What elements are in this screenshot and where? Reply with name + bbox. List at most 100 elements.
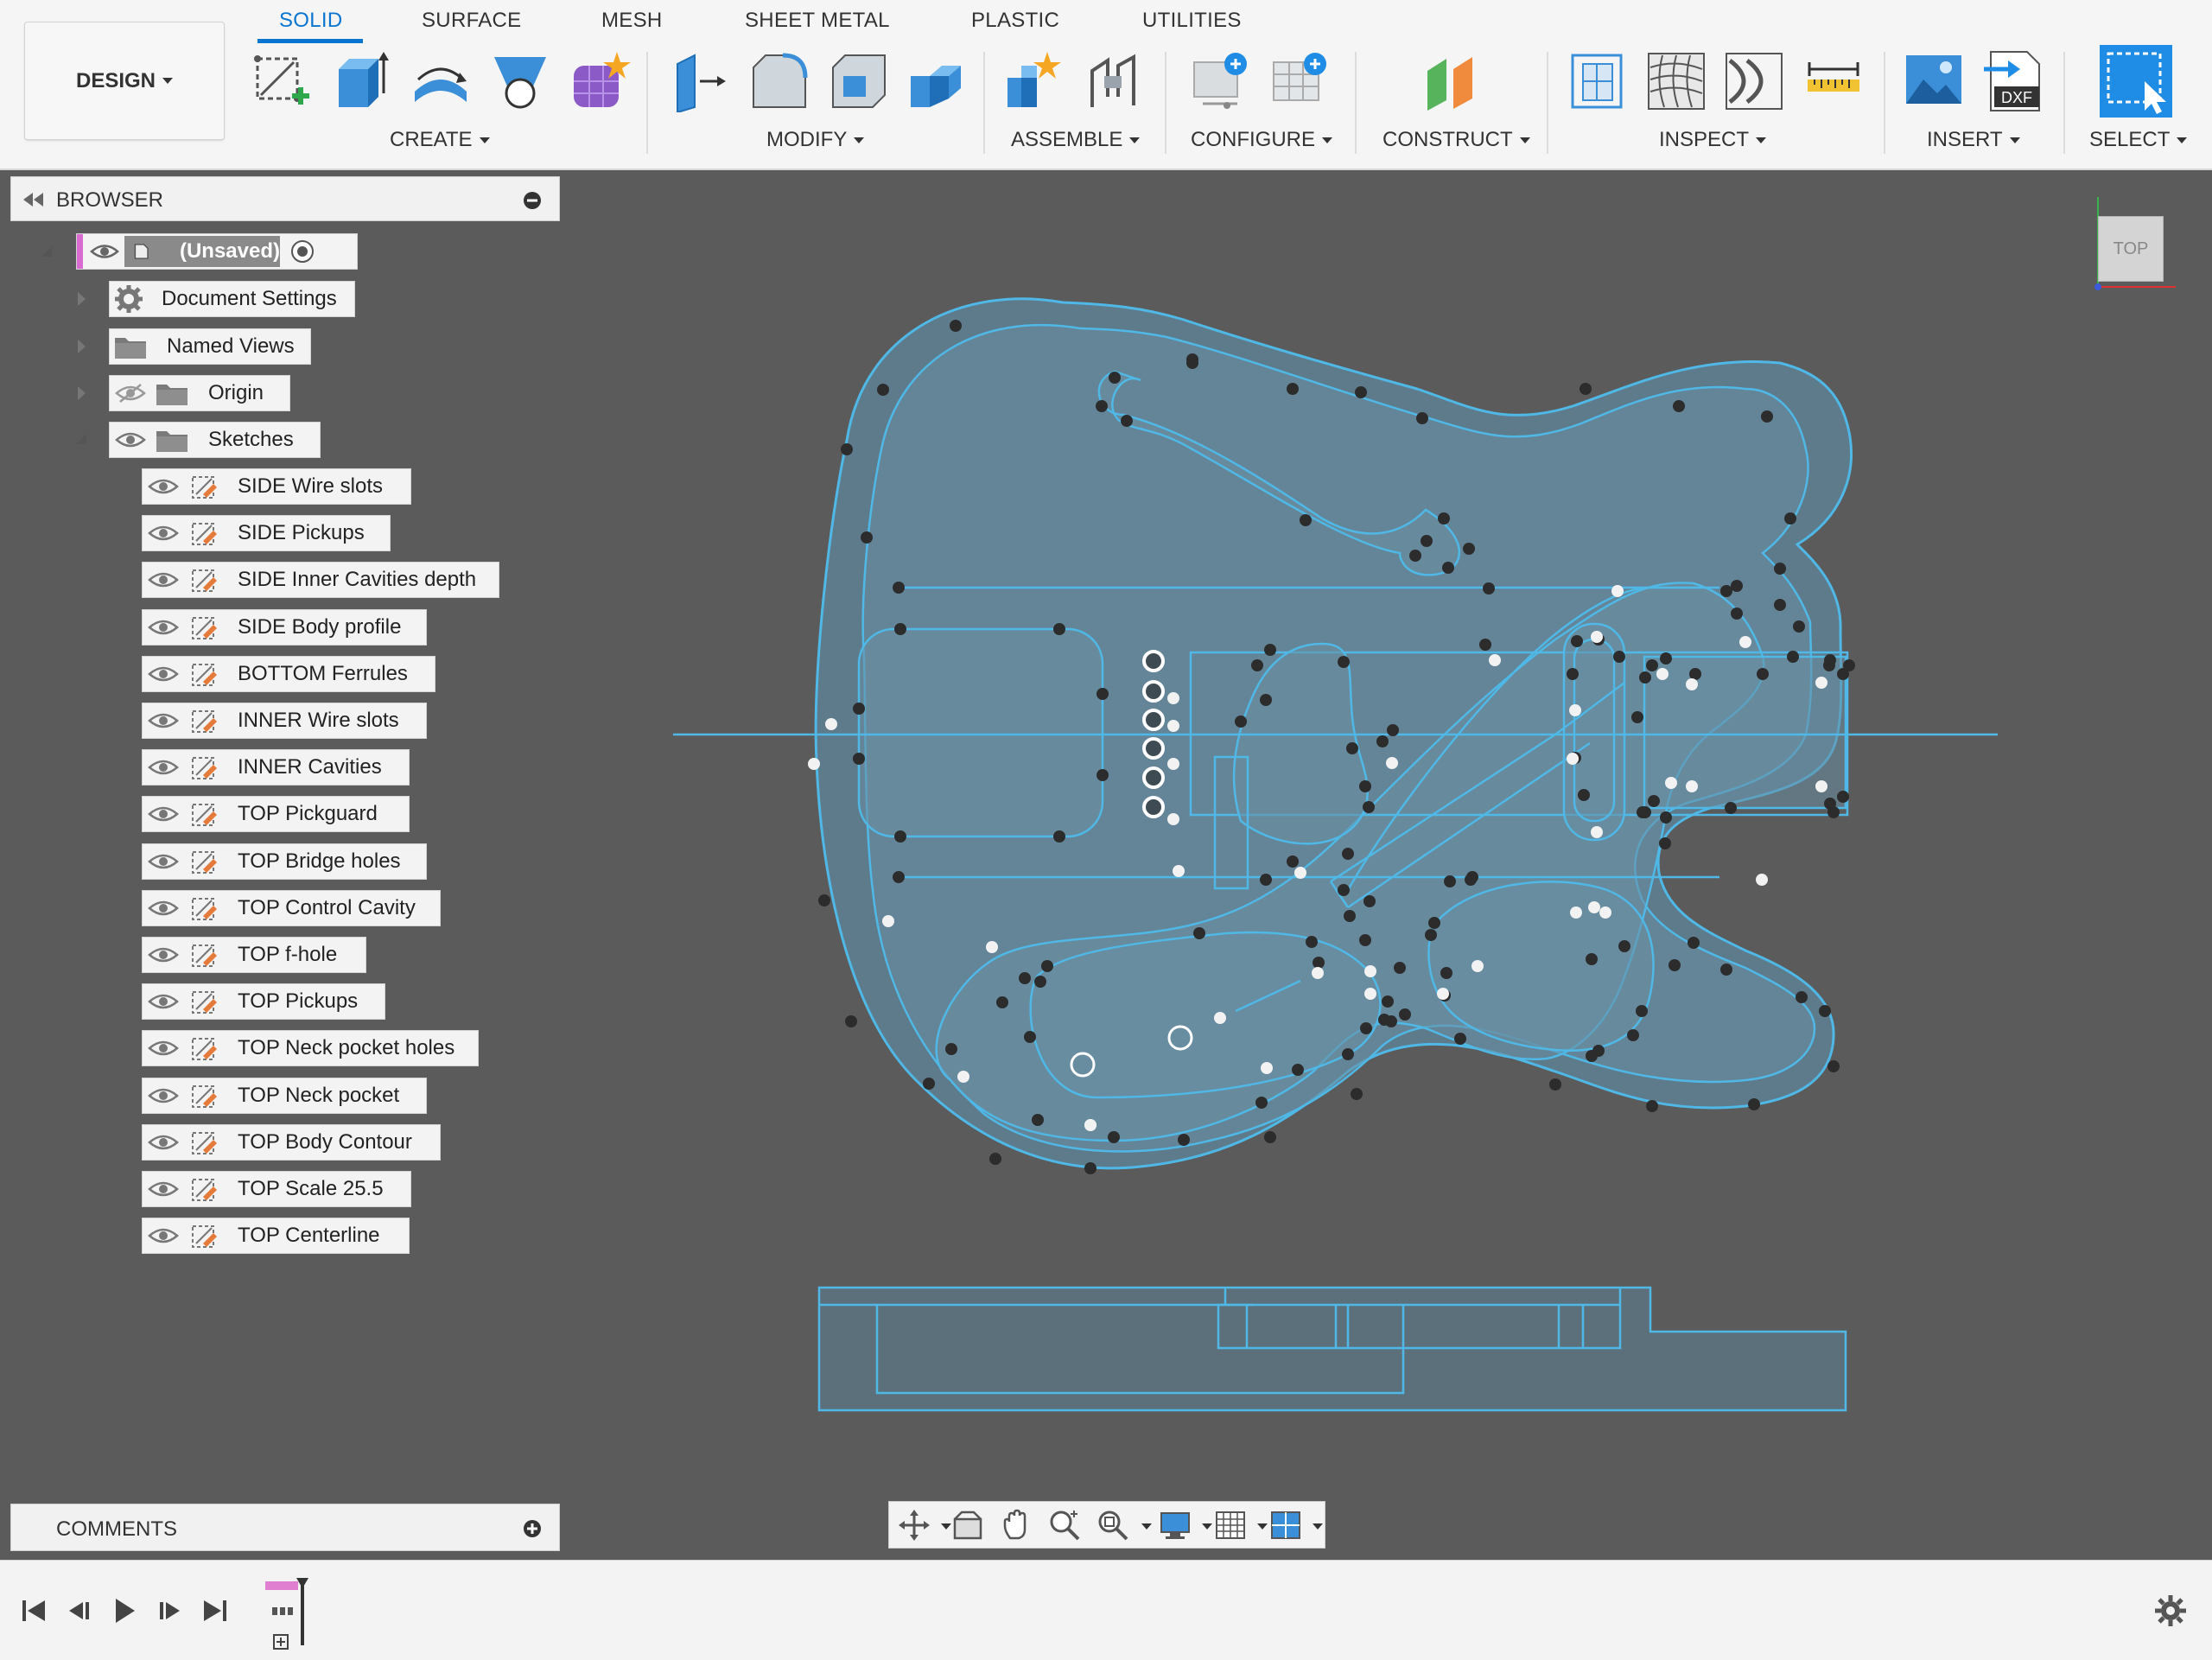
create-sketch-icon[interactable] xyxy=(251,50,313,112)
expand-toggle-icon[interactable] xyxy=(76,434,86,444)
tab-solid[interactable]: SOLID xyxy=(279,9,343,33)
bridge-cavity-sketch[interactable] xyxy=(857,627,1104,838)
orbit-icon[interactable] xyxy=(898,1509,931,1542)
new-component-icon[interactable] xyxy=(1002,50,1065,112)
select-icon[interactable] xyxy=(2100,45,2172,118)
visibility-eye-icon[interactable] xyxy=(148,757,179,778)
hidden-eye-icon[interactable] xyxy=(115,383,146,404)
zoom-icon[interactable] xyxy=(1048,1509,1081,1542)
side-profile-sketch[interactable] xyxy=(817,1286,1847,1412)
expand-toggle-icon[interactable] xyxy=(41,246,52,257)
go-to-end-icon[interactable] xyxy=(199,1595,230,1626)
viewcube[interactable]: TOP xyxy=(2098,216,2164,282)
fillet-icon[interactable] xyxy=(748,50,810,112)
zebra-analysis-icon[interactable] xyxy=(1645,50,1707,112)
sketch-item[interactable]: TOP Scale 25.5 xyxy=(142,1171,411,1207)
sketch-item[interactable]: INNER Wire slots xyxy=(142,703,427,739)
go-to-start-icon[interactable] xyxy=(19,1595,50,1626)
configure-menu[interactable]: CONFIGURE xyxy=(1191,128,1332,152)
tab-surface[interactable]: SURFACE xyxy=(422,9,521,33)
collapse-panel-icon[interactable] xyxy=(23,193,44,207)
offset-plane-icon[interactable] xyxy=(1421,50,1483,112)
fit-icon[interactable] xyxy=(1096,1509,1129,1542)
viewports-icon[interactable] xyxy=(1269,1509,1302,1542)
visibility-eye-icon[interactable] xyxy=(148,1225,179,1246)
sketch-item[interactable]: TOP Bridge holes xyxy=(142,843,427,880)
create-form-icon[interactable] xyxy=(569,50,631,112)
visibility-eye-icon[interactable] xyxy=(148,710,179,731)
activate-radio-icon[interactable] xyxy=(289,238,316,265)
sketch-item[interactable]: TOP f-hole xyxy=(142,937,366,973)
chevron-down-icon[interactable] xyxy=(1141,1523,1152,1530)
visibility-eye-icon[interactable] xyxy=(148,617,179,638)
inspect-menu[interactable]: INSPECT xyxy=(1659,128,1767,152)
combine-icon[interactable] xyxy=(907,50,969,112)
press-pull-icon[interactable] xyxy=(669,50,731,112)
sketch-item[interactable]: TOP Body Contour xyxy=(142,1123,441,1161)
joint-icon[interactable] xyxy=(1082,50,1144,112)
chevron-down-icon[interactable] xyxy=(941,1523,951,1530)
insert-dxf-icon[interactable]: DXF xyxy=(1982,50,2044,112)
step-back-icon[interactable] xyxy=(64,1595,95,1626)
pan-hand-icon[interactable] xyxy=(1000,1509,1033,1542)
chevron-down-icon[interactable] xyxy=(1202,1523,1212,1530)
section-analysis-icon[interactable] xyxy=(1567,50,1630,112)
assemble-menu[interactable]: ASSEMBLE xyxy=(1011,128,1141,152)
canvas-image-icon[interactable] xyxy=(1903,50,1965,112)
visibility-eye-icon[interactable] xyxy=(148,898,179,919)
visibility-eye-icon[interactable] xyxy=(90,242,119,261)
browser-folder-named-views[interactable]: Named Views xyxy=(109,328,311,365)
visibility-eye-icon[interactable] xyxy=(148,1085,179,1106)
curvature-comb-icon[interactable] xyxy=(1723,50,1785,112)
timeline-marker[interactable] xyxy=(264,1576,315,1657)
sketch-item[interactable]: TOP Centerline xyxy=(142,1218,410,1255)
minimize-panel-icon[interactable] xyxy=(523,191,542,210)
visibility-eye-icon[interactable] xyxy=(148,944,179,965)
workspace-switcher-button[interactable]: DESIGN xyxy=(24,22,225,140)
play-icon[interactable] xyxy=(109,1595,140,1626)
visibility-eye-icon[interactable] xyxy=(115,429,146,450)
look-at-icon[interactable] xyxy=(951,1509,984,1542)
sketch-item[interactable]: SIDE Inner Cavities depth xyxy=(142,562,499,599)
visibility-eye-icon[interactable] xyxy=(148,1038,179,1059)
visibility-eye-icon[interactable] xyxy=(148,991,179,1012)
construct-menu[interactable]: CONSTRUCT xyxy=(1382,128,1530,152)
browser-folder-origin[interactable]: Origin xyxy=(109,375,290,411)
visibility-eye-icon[interactable] xyxy=(148,523,179,544)
visibility-eye-icon[interactable] xyxy=(148,851,179,872)
shell-icon[interactable] xyxy=(828,50,890,112)
browser-root-node[interactable]: (Unsaved) xyxy=(76,233,358,270)
tab-utilities[interactable]: UTILITIES xyxy=(1142,9,1242,33)
chevron-down-icon[interactable] xyxy=(1313,1523,1323,1530)
grid-settings-icon[interactable] xyxy=(1214,1509,1247,1542)
timeline-settings-gear-icon[interactable] xyxy=(2153,1593,2188,1628)
sketch-item[interactable]: TOP Pickguard xyxy=(142,796,410,833)
tab-plastic[interactable]: PLASTIC xyxy=(971,9,1059,33)
sketch-item[interactable]: SIDE Pickups xyxy=(142,515,391,552)
sketch-item[interactable]: BOTTOM Ferrules xyxy=(142,655,435,692)
insert-menu[interactable]: INSERT xyxy=(1927,128,2020,152)
tab-sheet-metal[interactable]: SHEET METAL xyxy=(745,9,890,33)
sketch-item[interactable]: TOP Neck pocket holes xyxy=(142,1030,479,1067)
chevron-down-icon[interactable] xyxy=(1257,1523,1268,1530)
configuration-table-icon[interactable] xyxy=(1270,50,1332,112)
visibility-eye-icon[interactable] xyxy=(148,664,179,684)
sketch-item[interactable]: INNER Cavities xyxy=(142,749,410,786)
visibility-eye-icon[interactable] xyxy=(148,804,179,824)
expand-toggle-icon[interactable] xyxy=(78,292,86,306)
select-menu[interactable]: SELECT xyxy=(2089,128,2188,152)
visibility-eye-icon[interactable] xyxy=(148,476,179,497)
sketch-item[interactable]: TOP Control Cavity xyxy=(142,889,441,926)
measure-icon[interactable] xyxy=(1802,50,1865,112)
modify-menu[interactable]: MODIFY xyxy=(766,128,865,152)
sketch-item[interactable]: TOP Pickups xyxy=(142,983,385,1021)
sketch-item[interactable]: SIDE Body profile xyxy=(142,608,427,646)
visibility-eye-icon[interactable] xyxy=(148,1179,179,1199)
extrude-icon[interactable] xyxy=(330,50,392,112)
expand-toggle-icon[interactable] xyxy=(78,340,86,353)
visibility-eye-icon[interactable] xyxy=(148,569,179,590)
expand-comments-icon[interactable] xyxy=(523,1519,542,1538)
revolve-icon[interactable] xyxy=(410,50,472,112)
browser-folder-document-settings[interactable]: Document Settings xyxy=(109,281,355,317)
sketch-item[interactable]: SIDE Wire slots xyxy=(142,468,411,505)
